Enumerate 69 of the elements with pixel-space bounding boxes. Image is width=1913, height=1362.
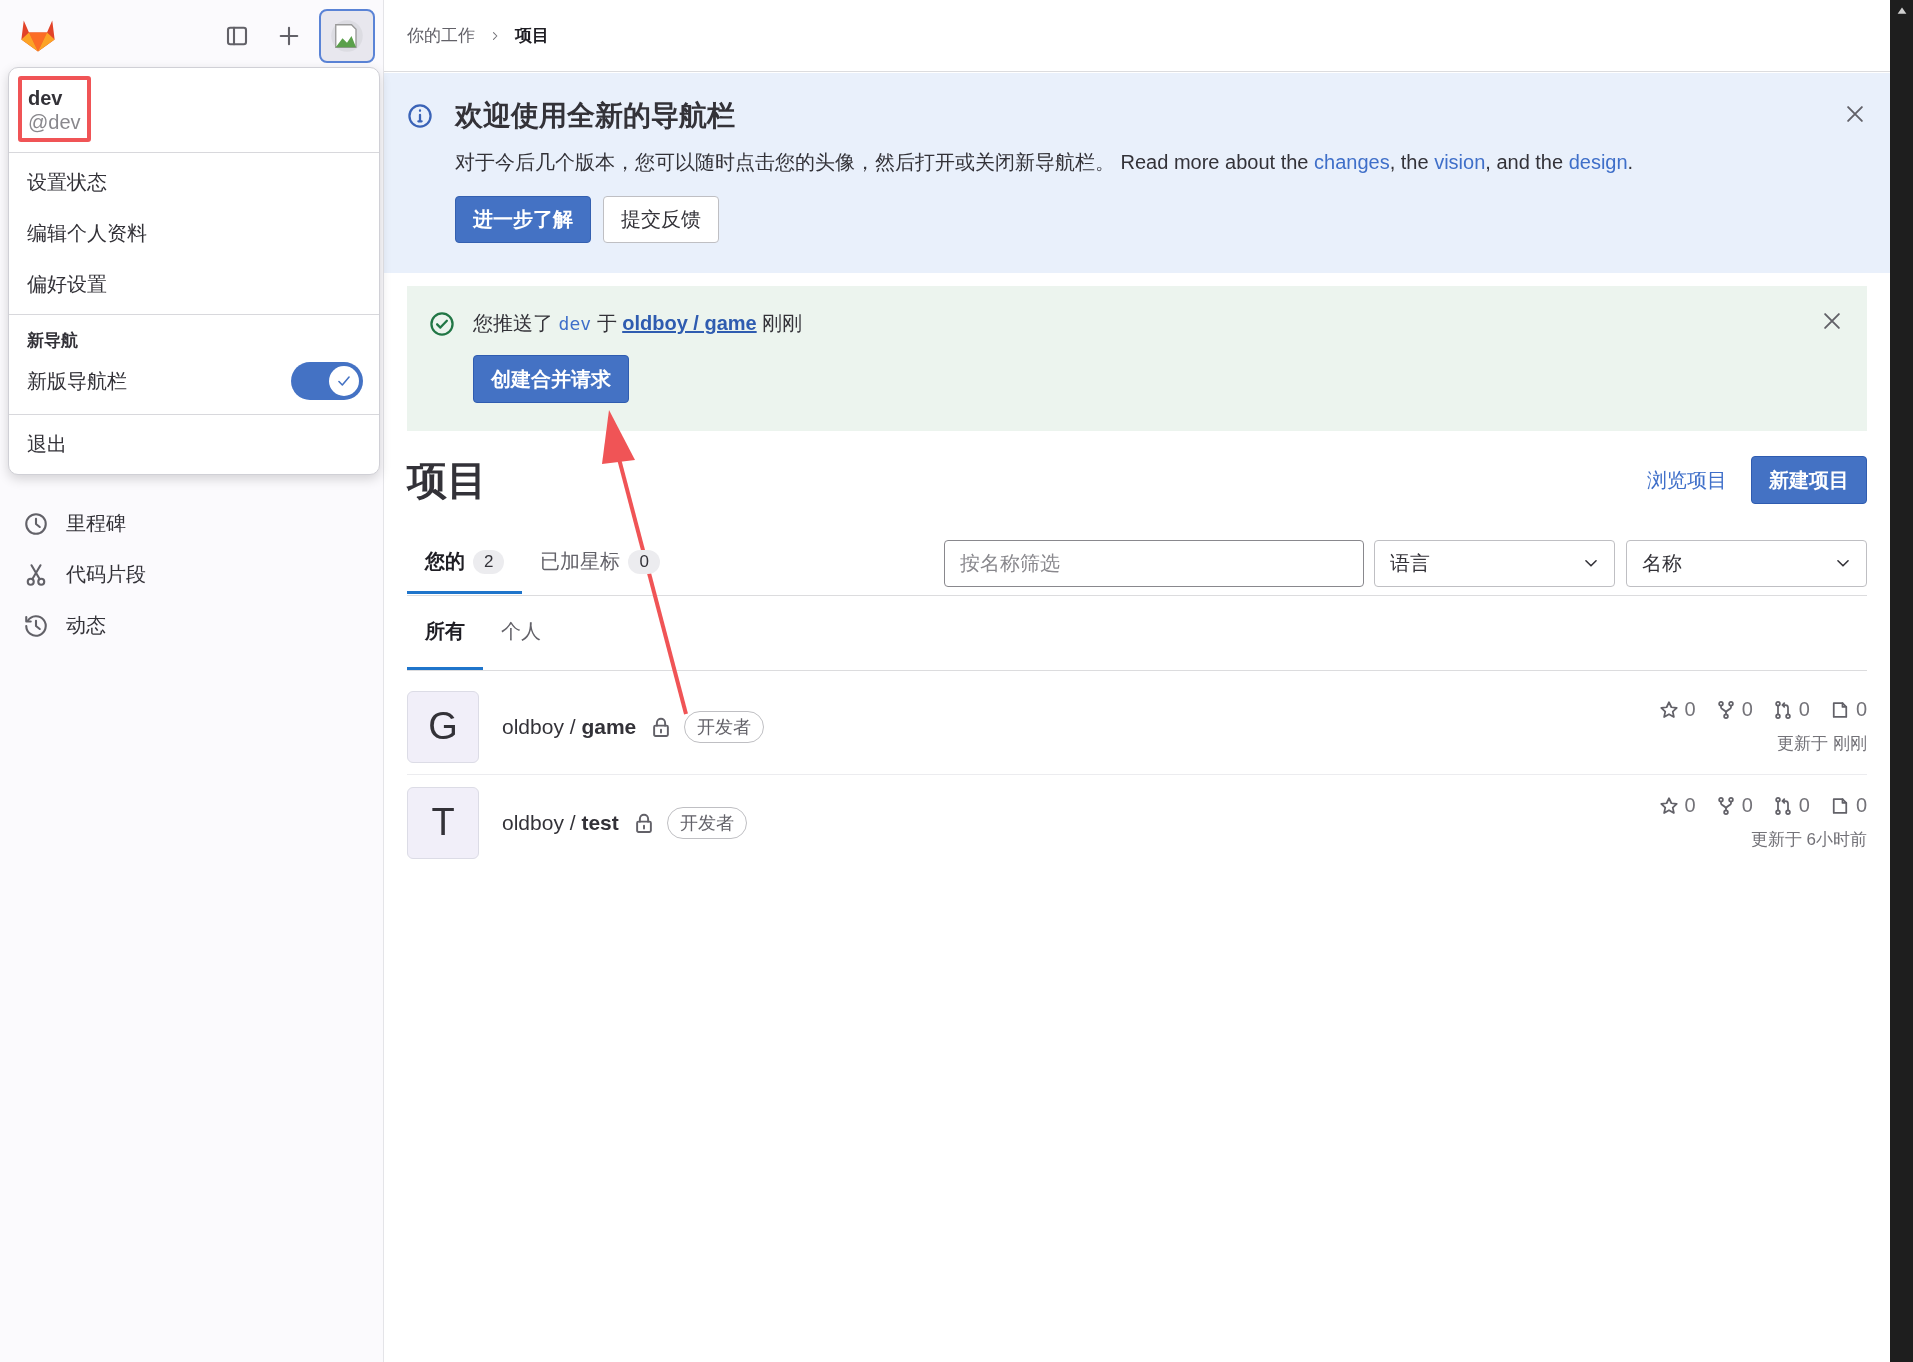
panel-icon (225, 24, 249, 48)
user-handle: @dev (28, 110, 81, 134)
sidebar-item[interactable]: 里程碑 (66, 510, 126, 537)
filter-field[interactable]: 按名称筛选 (944, 539, 1364, 587)
page-title: 项目 (407, 456, 488, 504)
star-count: 0 (1684, 794, 1696, 817)
scrollbar[interactable] (1890, 0, 1913, 1362)
info-icon (407, 103, 433, 129)
star-icon (1658, 699, 1679, 720)
count-badge: 2 (473, 549, 505, 574)
fork-icon (1715, 795, 1736, 816)
issue-count: 0 (1855, 794, 1867, 817)
breadcrumb-link[interactable]: 你的工作 (407, 24, 475, 47)
create-merge-request-button[interactable]: 创建合并请求 (473, 355, 629, 403)
project-avatar: G (407, 690, 479, 763)
merge-request-count: 0 (1798, 698, 1810, 721)
new-project-button[interactable]: 新建项目 (1751, 456, 1867, 504)
close-icon (1844, 103, 1866, 125)
tab[interactable]: 所有 (407, 596, 483, 670)
sign-out-item[interactable]: 退出 (9, 419, 379, 470)
section-title: 新导航 (26, 330, 79, 352)
link[interactable]: changes (1314, 151, 1390, 173)
updated-time: 更新于 刚刚 (1777, 733, 1867, 755)
fork-icon (1715, 699, 1736, 720)
feedback-button[interactable]: 提交反馈 (603, 196, 719, 243)
close-icon (1821, 310, 1843, 332)
merge-request-count: 0 (1798, 794, 1810, 817)
link[interactable]: vision (1434, 151, 1486, 173)
push-message: 您推送了 dev 于 oldboy / game 刚刚 (473, 311, 804, 336)
project-name[interactable]: oldboy / game (502, 714, 637, 739)
avatar-button[interactable] (319, 9, 375, 63)
merge-request-icon (1772, 699, 1793, 720)
user-name: dev (28, 86, 64, 110)
menu-item[interactable]: 编辑个人资料 (9, 208, 379, 259)
sidebar-item[interactable]: 动态 (66, 612, 106, 639)
project-avatar: T (407, 786, 479, 859)
history-icon (24, 613, 48, 638)
broken-image-icon (329, 18, 365, 54)
project-name[interactable]: oldboy / test (502, 810, 619, 835)
banner-title: 欢迎使用全新的导航栏 (455, 99, 736, 133)
dropdown[interactable]: 名称 (1626, 539, 1867, 587)
tab[interactable]: 您的 2 (407, 532, 523, 594)
sidebar-item[interactable]: 代码片段 (66, 561, 146, 588)
scissors-icon (24, 562, 48, 587)
tab[interactable]: 个人 (483, 596, 559, 670)
count-badge: 0 (628, 549, 660, 574)
check-circle-icon (429, 311, 455, 337)
menu-item[interactable]: 偏好设置 (9, 259, 379, 310)
fork-count: 0 (1741, 698, 1753, 721)
plus-icon (277, 24, 301, 48)
breadcrumb-link[interactable]: 项目 (515, 24, 549, 47)
updated-time: 更新于 6小时前 (1750, 829, 1867, 851)
tab[interactable]: 已加星标 0 (522, 532, 678, 594)
star-icon (1658, 795, 1679, 816)
menu-item[interactable]: 设置状态 (9, 157, 379, 208)
link[interactable]: design (1568, 151, 1628, 173)
fork-count: 0 (1741, 794, 1753, 817)
merge-request-icon (1772, 795, 1793, 816)
learn-more-button[interactable]: 进一步了解 (455, 196, 591, 243)
star-count: 0 (1684, 698, 1696, 721)
toggle-label: 新版导航栏 (27, 368, 127, 394)
toggle-switch[interactable] (291, 362, 363, 400)
clock-icon (24, 511, 48, 536)
issue-count: 0 (1855, 698, 1867, 721)
explore-link[interactable]: 浏览项目 (1647, 466, 1727, 494)
branch-name: dev (558, 313, 592, 334)
link[interactable]: oldboy / game (622, 312, 757, 334)
banner-text: 对于今后几个版本，您可以随时点击您的头像，然后打开或关闭新导航栏。 Read more about the changes, the vision, and the design. (455, 150, 1635, 175)
dropdown[interactable]: 语言 (1374, 539, 1615, 587)
